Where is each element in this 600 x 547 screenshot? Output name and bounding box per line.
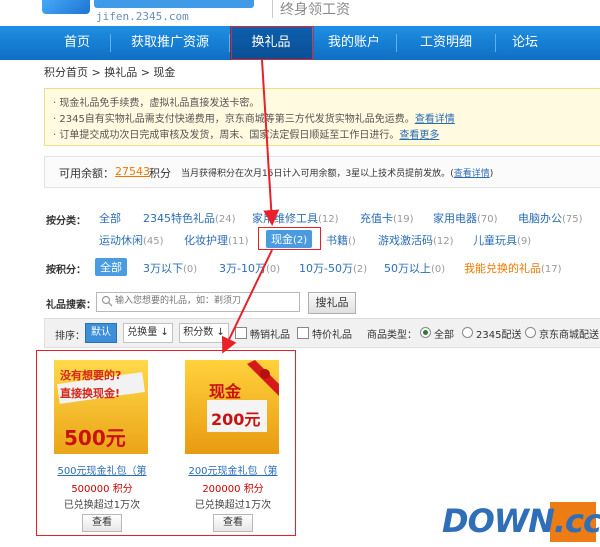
watermark-logo: DOWN.cc [440, 500, 600, 544]
watermark-text: DOWN.cc [442, 502, 600, 540]
annotation-arrows [221, 59, 280, 354]
